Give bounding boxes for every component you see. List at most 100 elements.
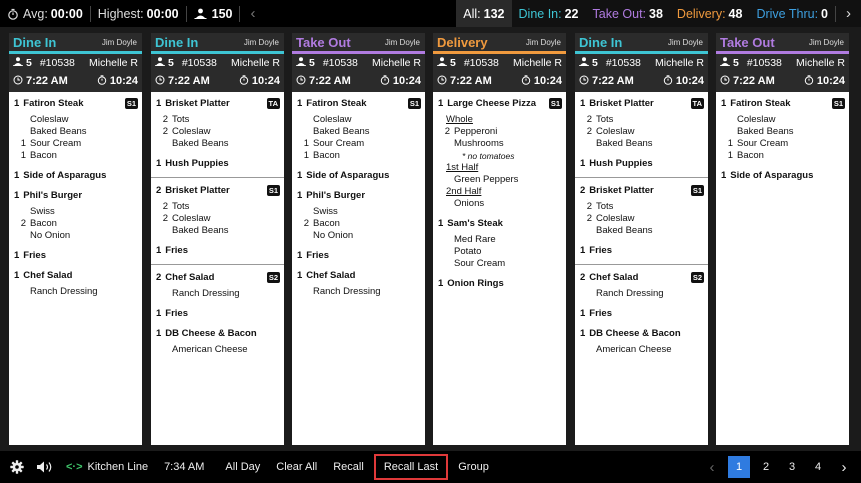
seat-group[interactable]: 2 Chef Salad S2 Ranch Dressing 1 Fries 1 DB Che…: [151, 265, 284, 359]
filter-take-out-count: 38: [649, 6, 663, 21]
order-item[interactable]: 1 Onion Rings: [438, 278, 562, 290]
order-item[interactable]: 1 Fries: [156, 245, 280, 257]
order-item[interactable]: 1 Phil's Burger: [14, 190, 138, 202]
order-item[interactable]: 1 Sam's Steak: [438, 218, 562, 230]
item-modifier: Sour Cream: [438, 258, 562, 270]
chevron-left-icon[interactable]: ‹: [699, 456, 725, 478]
filter-dine-in[interactable]: Dine In: 22: [512, 0, 586, 27]
page-1-button[interactable]: 1: [728, 456, 750, 478]
order-item[interactable]: 1 Fries: [14, 250, 138, 262]
seat-group[interactable]: 1 Brisket Platter TA 2 Tots 2 Coleslaw Baked Be…: [151, 98, 284, 178]
item-name-group: 2 Chef Salad: [156, 272, 214, 284]
order-item[interactable]: 1 Fries: [297, 250, 421, 262]
order-item[interactable]: 1 Brisket Platter TA: [156, 98, 280, 110]
order-item[interactable]: 2 Brisket Platter S1: [156, 185, 280, 197]
recall-last-button[interactable]: Recall Last: [373, 454, 449, 480]
order-item[interactable]: 1 Side of Asparagus: [297, 170, 421, 182]
server-name: Jim Doyle: [667, 37, 703, 47]
chevron-right-icon[interactable]: ›: [836, 5, 861, 22]
connection-icon: <·>: [66, 461, 83, 473]
filter-delivery[interactable]: Delivery: 48: [670, 0, 750, 27]
item-modifier: Baked Beans: [580, 225, 704, 237]
guest-order-info: 5 #10538: [13, 57, 75, 69]
order-ticket[interactable]: Dine In Jim Doyle 5 #10538 Michelle R 7:22 AM…: [575, 33, 708, 445]
page-3-button[interactable]: 3: [779, 456, 805, 478]
ticket-info-row: 5 #10538 Michelle R: [433, 54, 566, 72]
server-name: Jim Doyle: [101, 37, 137, 47]
order-item[interactable]: 1 Hush Puppies: [156, 158, 280, 170]
order-item[interactable]: 1 Fatiron Steak S1: [14, 98, 138, 110]
order-item[interactable]: 1 Chef Salad: [297, 270, 421, 282]
modifier-qty: 2: [162, 126, 168, 137]
modifier-qty: 2: [444, 126, 450, 137]
item-name: Phil's Burger: [306, 190, 366, 201]
order-ticket[interactable]: Take Out Jim Doyle 5 #10538 Michelle R 7:22 A…: [292, 33, 425, 445]
settings-button[interactable]: [0, 451, 30, 483]
seat-group[interactable]: 2 Brisket Platter S1 2 Tots 2 Coleslaw Baked Be…: [151, 178, 284, 265]
order-ticket[interactable]: Take Out Jim Doyle 5 #10538 Michelle R 7:22 A…: [716, 33, 849, 445]
item-name-group: 2 Brisket Platter: [156, 185, 230, 197]
ticket-time-row: 7:22 AM 10:24: [575, 72, 708, 90]
clock-icon: [437, 75, 447, 88]
order-item[interactable]: 2 Chef Salad S2: [156, 272, 280, 284]
order-time-value: 7:22 AM: [168, 75, 210, 87]
item-name: Hush Puppies: [589, 158, 653, 169]
chevron-right-icon[interactable]: ›: [831, 456, 857, 478]
recall-last-label: Recall Last: [383, 461, 439, 473]
modifier-qty: 2: [303, 218, 309, 229]
page-number: 2: [762, 461, 770, 473]
guest-count: 150: [211, 6, 233, 21]
filter-all[interactable]: All: 132: [456, 0, 512, 27]
order-item[interactable]: 1 Side of Asparagus: [14, 170, 138, 182]
item-name-group: 2 Brisket Platter: [580, 185, 654, 197]
item-qty: 1: [438, 98, 444, 109]
ticket-title-row: Take Out Jim Doyle: [292, 33, 425, 54]
avg-time-stat: Avg: 00:00: [0, 0, 90, 27]
filter-take-out[interactable]: Take Out: 38: [586, 0, 670, 27]
chevron-left-icon[interactable]: ‹: [240, 5, 265, 22]
order-item[interactable]: 2 Brisket Platter S1: [580, 185, 704, 197]
seat-badge: S2: [690, 272, 704, 283]
order-item[interactable]: 1 Fries: [580, 308, 704, 320]
order-item[interactable]: 1 Fries: [580, 245, 704, 257]
clear-all-button[interactable]: Clear All: [268, 451, 325, 483]
order-item[interactable]: 1 Phil's Burger: [297, 190, 421, 202]
order-item[interactable]: 1 Fatiron Steak S1: [721, 98, 845, 110]
all-day-button[interactable]: All Day: [217, 451, 268, 483]
order-item[interactable]: 1 Hush Puppies: [580, 158, 704, 170]
modifier-text: No Onion: [30, 230, 71, 241]
group-button[interactable]: Group: [450, 451, 497, 483]
seat-group[interactable]: 2 Brisket Platter S1 2 Tots 2 Coleslaw Baked Be…: [575, 178, 708, 265]
page-2-button[interactable]: 2: [753, 456, 779, 478]
order-item[interactable]: 1 DB Cheese & Bacon: [580, 328, 704, 340]
seat-group[interactable]: 1 Fatiron Steak S1 Coleslaw Baked Beans 1 Sour…: [9, 98, 142, 301]
recall-button[interactable]: Recall: [325, 451, 372, 483]
item-name-group: 1 Side of Asparagus: [14, 170, 106, 182]
filter-drive-thru[interactable]: Drive Thru: 0: [749, 0, 835, 27]
order-item[interactable]: 1 Large Cheese Pizza S1: [438, 98, 562, 110]
order-ticket[interactable]: Dine In Jim Doyle 5 #10538 Michelle R 7:22 AM…: [9, 33, 142, 445]
seat-group[interactable]: 1 Brisket Platter TA 2 Tots 2 Coleslaw Baked Be…: [575, 98, 708, 178]
order-ticket[interactable]: Dine In Jim Doyle 5 #10538 Michelle R 7:22 AM…: [151, 33, 284, 445]
guest-count: 5: [450, 57, 456, 69]
seat-group[interactable]: 1 Large Cheese Pizza S1 Whole 2 Pepperoni Mush…: [433, 98, 566, 297]
seat-group[interactable]: 2 Chef Salad S2 Ranch Dressing 1 Fries 1 DB Che…: [575, 265, 708, 359]
modifier-qty: [14, 206, 30, 218]
seat-group[interactable]: 1 Fatiron Steak S1 Coleslaw Baked Beans 1 Sour…: [716, 98, 849, 189]
order-ticket[interactable]: Delivery Jim Doyle 5 #10538 Michelle R 7:22 A…: [433, 33, 566, 445]
order-item[interactable]: 2 Chef Salad S2: [580, 272, 704, 284]
seat-group[interactable]: 1 Fatiron Steak S1 Coleslaw Baked Beans 1 Sour…: [292, 98, 425, 301]
item-name: Side of Asparagus: [730, 170, 814, 181]
order-item[interactable]: 1 DB Cheese & Bacon: [156, 328, 280, 340]
order-item[interactable]: 1 Side of Asparagus: [721, 170, 845, 182]
order-item[interactable]: 1 Brisket Platter TA: [580, 98, 704, 110]
timer-icon: [804, 74, 814, 88]
order-item[interactable]: 1 Fatiron Steak S1: [297, 98, 421, 110]
station-selector[interactable]: <·> Kitchen Line: [60, 451, 156, 483]
modifier-text: Mushrooms: [454, 138, 504, 149]
page-4-button[interactable]: 4: [805, 456, 831, 478]
sound-button[interactable]: [30, 451, 60, 483]
item-name: Chef Salad: [306, 270, 356, 281]
order-item[interactable]: 1 Chef Salad: [14, 270, 138, 282]
order-item[interactable]: 1 Fries: [156, 308, 280, 320]
